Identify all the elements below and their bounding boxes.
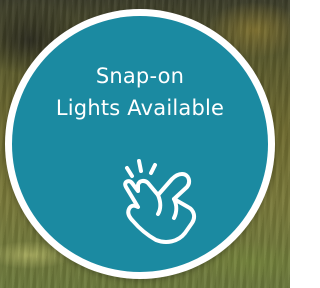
badge-circle: Snap-on Lights Available [12, 16, 268, 272]
badge-title-line-2: Lights Available [55, 96, 225, 120]
feature-badge: Snap-on Lights Available [5, 9, 275, 279]
finger-snap-icon [123, 159, 197, 244]
badge-title-line-1: Snap-on [95, 64, 185, 88]
